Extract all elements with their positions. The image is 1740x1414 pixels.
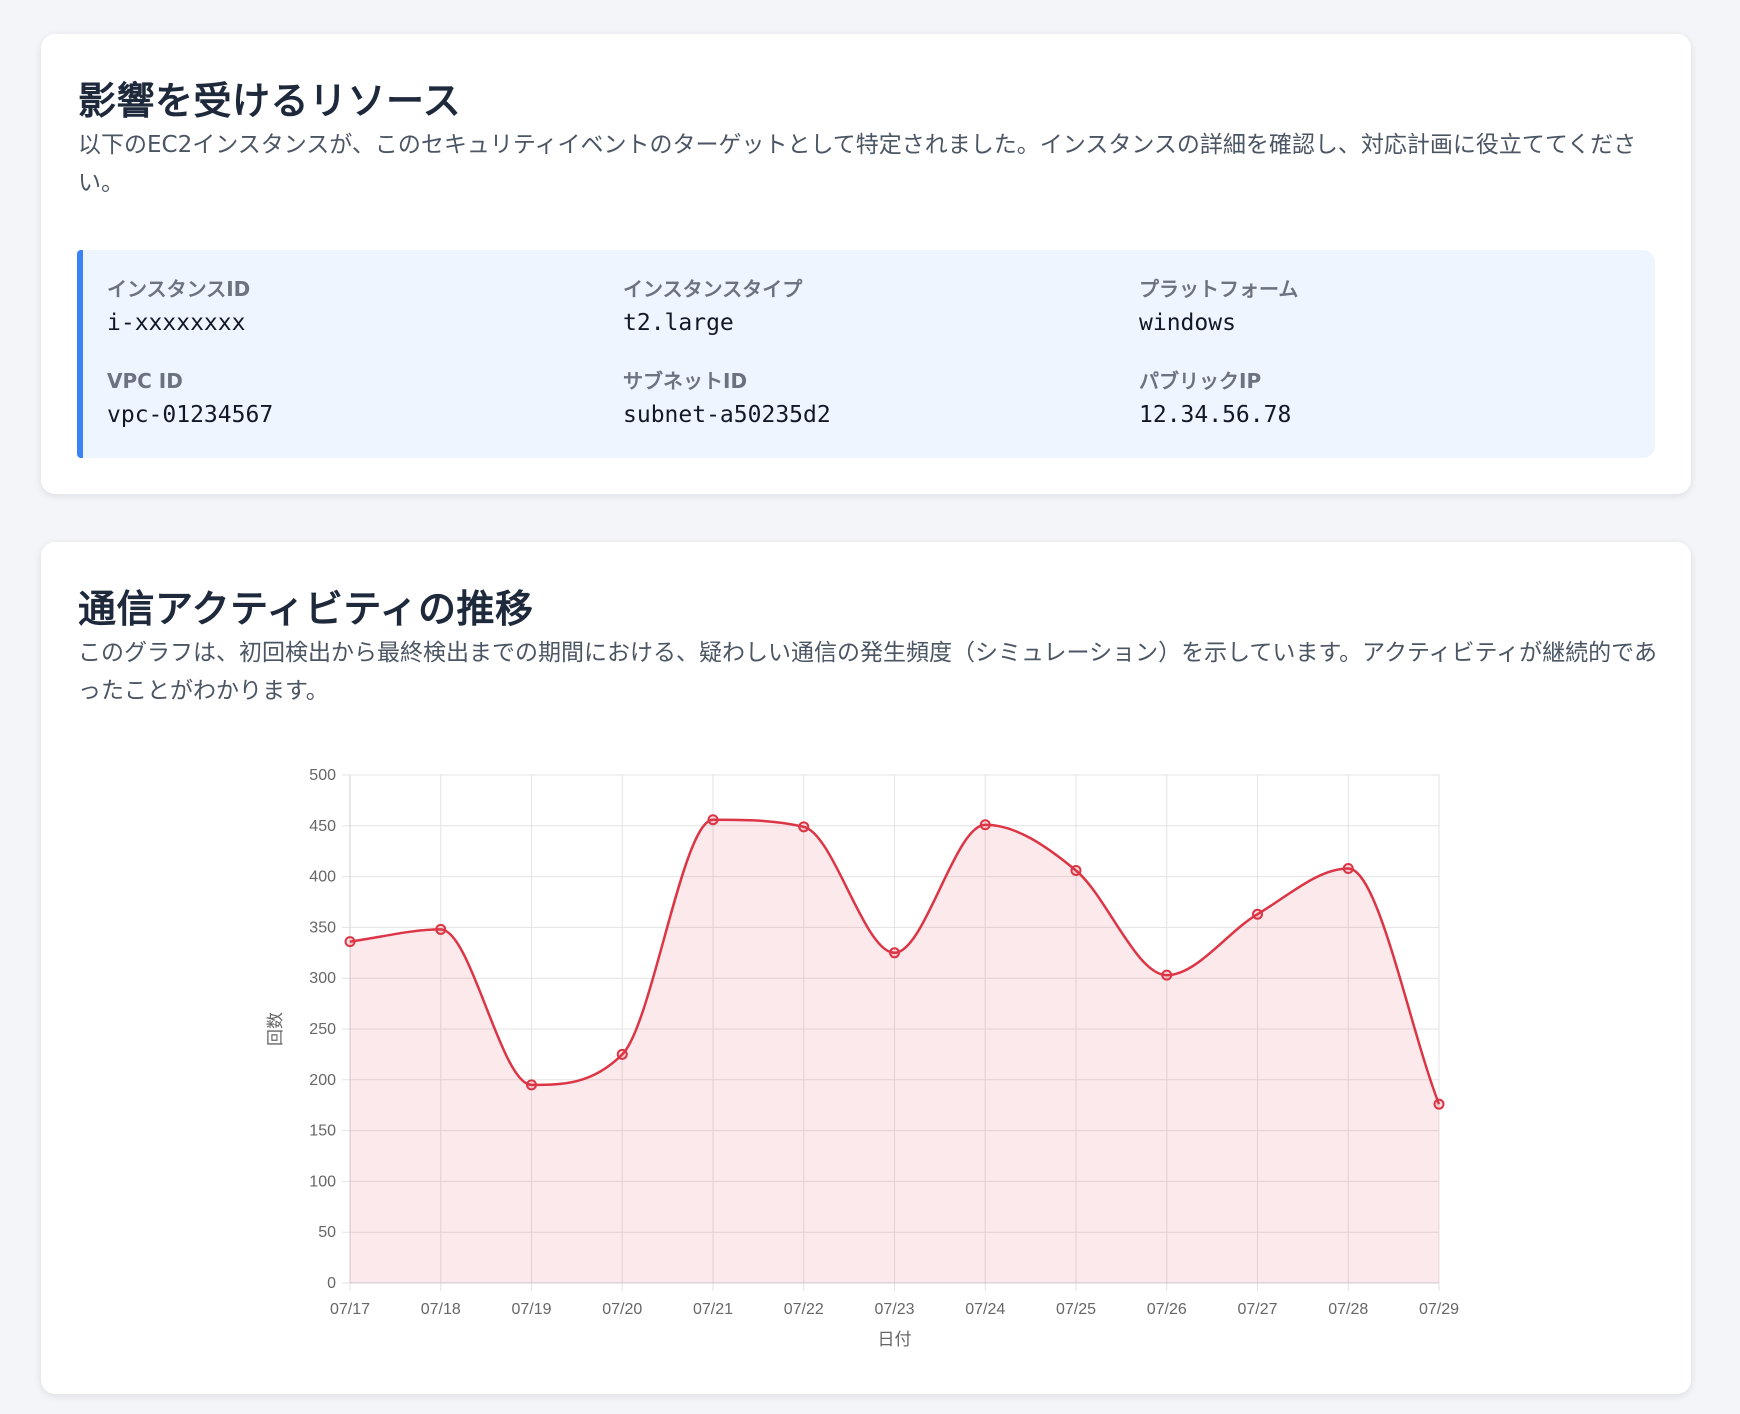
x-tick-label: 07/17 [330, 1301, 370, 1318]
data-point [1161, 969, 1173, 981]
y-tick-label: 250 [309, 1021, 336, 1038]
vpc-id-field: VPC ID vpc-01234567 [107, 368, 587, 430]
y-tick-label: 100 [309, 1173, 336, 1190]
data-point [798, 821, 810, 833]
data-point [1252, 908, 1263, 920]
data-point [435, 923, 447, 935]
y-tick-label: 500 [309, 767, 336, 784]
data-point [707, 814, 719, 826]
y-tick-label: 150 [309, 1123, 336, 1140]
x-tick-label: 07/26 [1147, 1301, 1187, 1318]
data-point [526, 1079, 537, 1091]
data-point [1070, 865, 1082, 877]
x-tick-label: 07/19 [511, 1301, 551, 1318]
instance-id-value: i-xxxxxxxx [107, 310, 246, 336]
x-tick-label: 07/24 [965, 1301, 1005, 1318]
vpc-id-label: VPC ID [107, 369, 183, 393]
activity-line-chart: 0 50 100 150 200 250 300 350 400 450 500 07/17 07/18… [266, 767, 1459, 1349]
data-point [979, 819, 991, 831]
public-ip-value: 12.34.56.78 [1139, 402, 1292, 428]
public-ip-label: パブリックIP [1139, 369, 1262, 393]
x-tick-label: 07/27 [1237, 1301, 1277, 1318]
instance-id-label: インスタンスID [107, 277, 251, 301]
data-point [344, 936, 356, 948]
x-tick-label: 07/29 [1419, 1301, 1459, 1318]
y-tick-label: 450 [309, 818, 336, 835]
affected-resources-card: 影響を受けるリソース 以下のEC2インスタンスが、このセキュリティイベントのター… [41, 34, 1691, 494]
y-axis-title: 回数 [266, 1012, 285, 1046]
instance-type-label: インスタンスタイプ [623, 277, 803, 301]
instance-id-field: インスタンスID i-xxxxxxxx [107, 276, 587, 338]
affected-resources-description: 以下のEC2インスタンスが、このセキュリティイベントのターゲットとして特定されま… [78, 132, 1637, 196]
platform-field: プラットフォーム windows [1139, 276, 1619, 338]
subnet-id-value: subnet-a50235d2 [623, 402, 831, 428]
x-tick-label: 07/25 [1056, 1301, 1096, 1318]
x-tick-label: 07/22 [784, 1301, 824, 1318]
y-tick-label: 400 [309, 869, 336, 886]
data-point [616, 1048, 628, 1060]
y-tick-label: 50 [318, 1224, 336, 1241]
x-tick-label: 07/18 [421, 1301, 461, 1318]
activity-trend-card: 通信アクティビティの推移 このグラフは、初回検出から最終検出までの期間における、… [41, 542, 1691, 1394]
subnet-id-field: サブネットID subnet-a50235d2 [623, 368, 1103, 430]
platform-label: プラットフォーム [1139, 277, 1299, 301]
x-tick-label: 07/20 [602, 1301, 642, 1318]
data-point [889, 947, 900, 959]
activity-chart: 0 50 100 150 200 250 300 350 400 450 500 07/17 07/18… [41, 542, 1691, 1394]
x-tick-label: 07/28 [1328, 1301, 1368, 1318]
instance-type-value: t2.large [623, 310, 734, 336]
instance-details-panel: インスタンスID i-xxxxxxxx インスタンスタイプ t2.large プ… [77, 250, 1655, 458]
y-tick-label: 0 [327, 1275, 336, 1292]
subnet-id-label: サブネットID [623, 369, 748, 393]
public-ip-field: パブリックIP 12.34.56.78 [1139, 368, 1619, 430]
data-point [1342, 862, 1354, 874]
vpc-id-value: vpc-01234567 [107, 402, 274, 428]
y-tick-label: 350 [309, 919, 336, 936]
x-tick-label: 07/23 [874, 1301, 914, 1318]
platform-value: windows [1139, 310, 1236, 336]
y-tick-label: 200 [309, 1072, 336, 1089]
instance-type-field: インスタンスタイプ t2.large [623, 276, 1103, 338]
y-tick-label: 300 [309, 970, 336, 987]
x-axis-title: 日付 [878, 1330, 912, 1349]
data-point [1433, 1098, 1445, 1110]
affected-resources-title: 影響を受けるリソース [78, 79, 462, 123]
x-tick-label: 07/21 [693, 1301, 733, 1318]
